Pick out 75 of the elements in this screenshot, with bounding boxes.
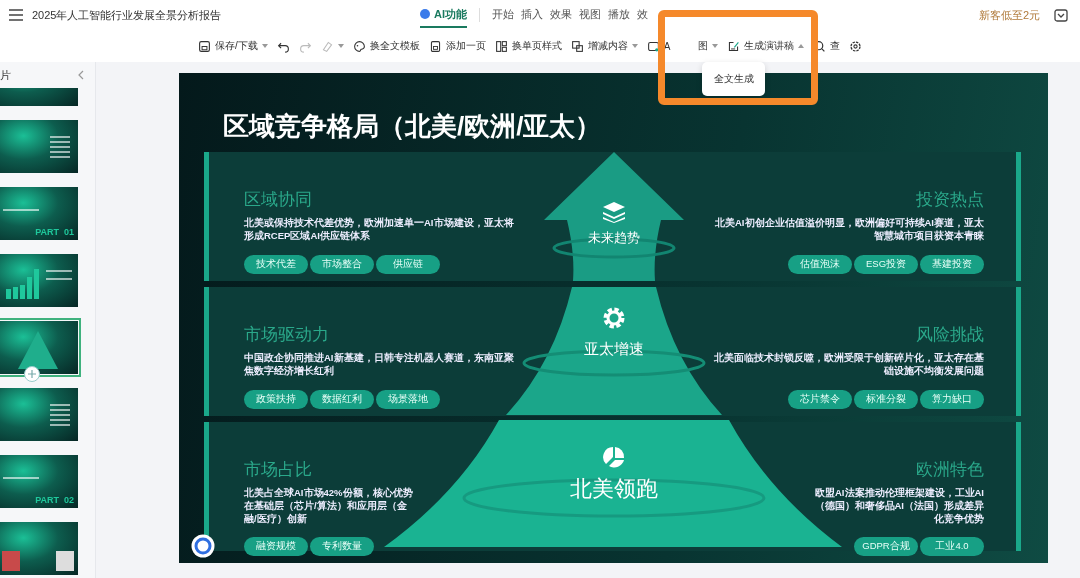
layout-icon (494, 39, 508, 53)
slide-thumbnail[interactable]: PART 02 (0, 455, 78, 508)
tag: 场景落地 (376, 389, 440, 409)
edit-icon (727, 39, 741, 53)
palette-icon (352, 39, 366, 53)
slide-thumbnail[interactable]: PART 01 (0, 187, 78, 240)
tag: 技术代差 (244, 254, 308, 274)
slide-thumbnail[interactable] (0, 388, 78, 441)
level-label: 亚太增速 (584, 340, 644, 359)
menu-tab[interactable]: 插入 (521, 2, 543, 28)
script-button[interactable]: 生成演讲稿 (727, 37, 805, 55)
tag: 供应链 (376, 254, 440, 274)
settings-icon (849, 39, 863, 53)
palette-button[interactable]: 换全文模板 (352, 37, 420, 55)
gear-icon (602, 307, 626, 329)
pie-chart-icon (602, 446, 626, 468)
tag: 工业4.0 (920, 537, 984, 557)
menu-tab[interactable]: 播放 (608, 2, 630, 28)
thumbnail-label: PART 02 (35, 495, 74, 505)
panel-title: 片 (0, 67, 11, 83)
image-icon (646, 39, 660, 53)
slide-thumbnail[interactable] (0, 254, 78, 307)
add-page-button[interactable]: 添加一页 (428, 37, 486, 55)
level-label: 北美领跑 (570, 475, 658, 503)
menu-tab[interactable]: 效果 (550, 2, 572, 28)
layout-button[interactable]: 换单页样式 (494, 37, 562, 55)
section-text: 北美占全球AI市场42%份额，核心优势在基础层（芯片/算法）和应用层（金融/医疗）创新 (244, 487, 414, 526)
save-button[interactable]: 保存/下载 (198, 37, 268, 55)
section-text: 中国政企协同推进AI新基建，日韩专注机器人赛道，东南亚聚焦数字经济增长红利 (244, 352, 514, 378)
thumbnail-label: PART 01 (35, 227, 74, 237)
menu-tab[interactable]: AI功能 (420, 2, 467, 28)
menu-tab[interactable]: 视图 (579, 2, 601, 28)
layers-icon (602, 201, 626, 223)
slide-thumbnail[interactable] (0, 522, 78, 575)
tag: 数据红利 (310, 389, 374, 409)
chat-icon[interactable] (191, 534, 215, 558)
save-icon (198, 39, 211, 53)
section-text: 北美AI初创企业估值溢价明显，欧洲偏好可持续AI赛道，亚太智慧城市项目获资本青睐 (714, 217, 984, 243)
squares-icon (570, 39, 584, 53)
tag: 融资规模 (244, 537, 308, 557)
menu-item[interactable]: 全文生成 (707, 71, 760, 87)
page-icon (428, 39, 442, 53)
slide-thumbnail[interactable] (0, 120, 78, 173)
menu-tab[interactable]: 开始 (492, 2, 514, 28)
section-heading: 区域协同 (244, 189, 313, 211)
tag: 估值泡沫 (788, 254, 852, 274)
section-heading: 市场驱动力 (244, 324, 330, 346)
section-heading: 市场占比 (244, 459, 313, 481)
folder-icon[interactable] (1054, 8, 1068, 22)
tag: 标准分裂 (854, 389, 918, 409)
level-label: 未来趋势 (588, 229, 640, 247)
slide-title: 区域竞争格局（北美/欧洲/亚太） (223, 110, 602, 143)
menu-icon[interactable] (8, 8, 24, 22)
section-text: 北美或保持技术代差优势，欧洲加速单一AI市场建设，亚太将形成RCEP区域AI供应链体系 (244, 217, 514, 243)
section-text: 欧盟AI法案推动伦理框架建设，工业AI（德国）和奢侈品AI（法国）形成差异化竞争优势 (813, 487, 984, 526)
section-heading: 欧洲特色 (916, 459, 984, 481)
tag: ESG投资 (854, 254, 918, 274)
tag: 市场整合 (310, 254, 374, 274)
section-text: 北美面临技术封锁反噬，欧洲受限于创新碎片化，亚太存在基础设施不均衡发展问题 (714, 352, 984, 378)
tag: 芯片禁令 (788, 389, 852, 409)
search-button[interactable]: 查 (813, 37, 841, 55)
promo-link[interactable]: 新客低至2元 (978, 7, 1040, 23)
menu-tab[interactable]: 效 (637, 2, 648, 28)
tag: 专利数量 (310, 537, 374, 557)
document-title: 2025年人工智能行业发展全景分析报告 (32, 7, 222, 23)
brush-icon (320, 39, 334, 53)
tag: 算力缺口 (920, 389, 984, 409)
section-heading: 风险挑战 (916, 324, 984, 346)
tag: 政策扶持 (244, 389, 308, 409)
content-button[interactable]: 增减内容 (570, 37, 638, 55)
tag: 基建投资 (920, 254, 984, 274)
add-icon[interactable] (24, 366, 40, 382)
section-heading: 投资热点 (916, 189, 984, 211)
chevron-left-icon[interactable] (77, 70, 85, 80)
tag: GDPR合规 (854, 537, 918, 557)
